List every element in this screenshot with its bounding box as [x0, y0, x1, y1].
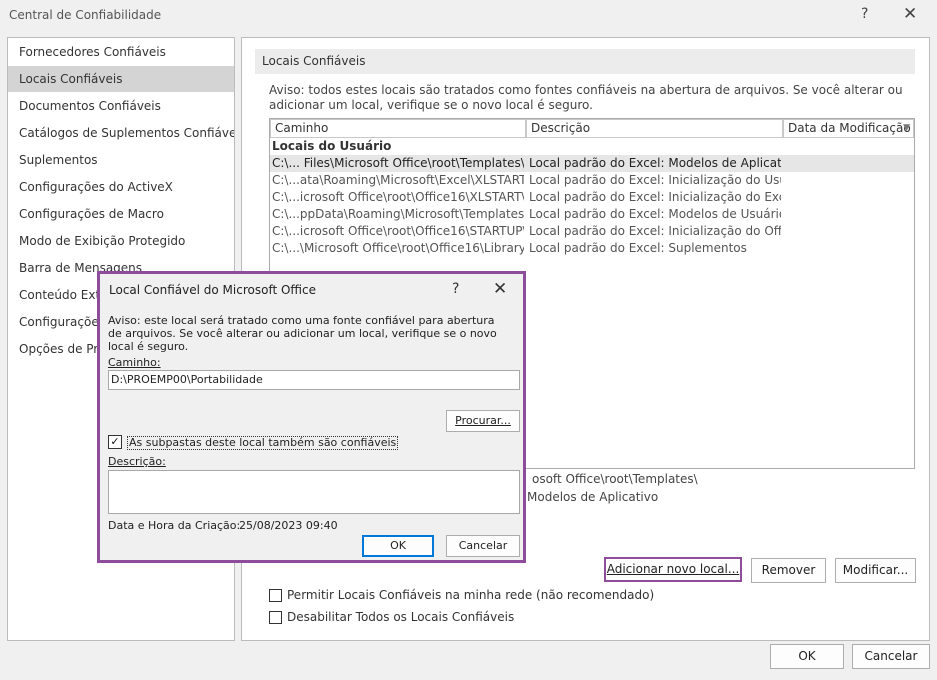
close-icon[interactable]: ✕	[903, 4, 917, 24]
table-row[interactable]: C:\...ppData\Roaming\Microsoft\Templates…	[270, 206, 914, 223]
table-row[interactable]: C:\...icrosoft Office\root\Office16\STAR…	[270, 223, 914, 240]
subfolders-label[interactable]: As subpastas deste local também são conf…	[127, 436, 399, 450]
sidebar-item-suplementos[interactable]: Suplementos	[8, 147, 234, 173]
column-header-path[interactable]: Caminho	[270, 119, 526, 138]
table-row[interactable]: C:\...icrosoft Office\root\Office16\XLST…	[270, 189, 914, 206]
sidebar-item-modo-protegido[interactable]: Modo de Exibição Protegido	[8, 228, 234, 254]
dialog-close-icon[interactable]: ✕	[493, 279, 507, 299]
created-value: 25/08/2023 09:40	[239, 519, 338, 532]
remove-button[interactable]: Remover	[751, 558, 826, 583]
cancel-button[interactable]: Cancelar	[852, 644, 930, 669]
description-input[interactable]	[108, 470, 520, 514]
dialog-help-icon[interactable]: ?	[452, 281, 459, 297]
group-label: Locais do Usuário	[272, 139, 392, 153]
dialog-cancel-button[interactable]: Cancelar	[446, 535, 520, 557]
sidebar-item-activex[interactable]: Configurações do ActiveX	[8, 174, 234, 200]
warning-text: Aviso: todos estes locais são tratados c…	[269, 83, 903, 112]
table-row[interactable]: C:\... Files\Microsoft Office\root\Templ…	[270, 155, 914, 172]
dialog-ok-button[interactable]: OK	[362, 535, 434, 557]
dialog-warning-text: Aviso: este local será tratado como uma …	[108, 314, 497, 353]
dialog-title: Local Confiável do Microsoft Office	[109, 283, 317, 297]
subfolders-checkbox[interactable]: ✓	[108, 435, 122, 449]
add-location-button[interactable]: Adicionar novo local...	[604, 557, 742, 582]
allow-network-checkbox[interactable]	[269, 589, 282, 602]
created-label: Data e Hora da Criação:	[108, 519, 241, 532]
sidebar-item-catalogos[interactable]: Catálogos de Suplementos Confiáveis	[8, 120, 234, 146]
trusted-location-dialog: Local Confiável do Microsoft Office ? ✕ …	[97, 271, 526, 563]
detail-description-value: Modelos de Aplicativo	[527, 490, 659, 504]
title-bar: Central de Confiabilidade ? ✕	[0, 0, 937, 30]
ok-button[interactable]: OK	[770, 644, 844, 669]
allow-network-label: Permitir Locais Confiáveis na minha rede…	[287, 588, 655, 602]
path-label: Caminho:	[108, 356, 161, 369]
table-row[interactable]: C:\...\Microsoft Office\root\Office16\Li…	[270, 240, 914, 257]
sidebar-item-locais[interactable]: Locais Confiáveis	[8, 66, 234, 92]
sort-chevron-icon: ▼	[903, 123, 910, 133]
modify-button[interactable]: Modificar...	[835, 558, 916, 583]
browse-button[interactable]: Procurar...	[446, 410, 520, 432]
section-title: Locais Confiáveis	[255, 49, 915, 74]
detail-path-value: osoft Office\root\Templates\	[532, 472, 698, 486]
help-icon[interactable]: ?	[861, 6, 868, 22]
column-header-date[interactable]: Data da Modificação ▼	[783, 119, 914, 138]
sidebar-item-documentos[interactable]: Documentos Confiáveis	[8, 93, 234, 119]
description-label: Descrição:	[108, 455, 166, 468]
sidebar-item-fornecedores[interactable]: Fornecedores Confiáveis	[8, 39, 234, 65]
table-row[interactable]: C:\...ata\Roaming\Microsoft\Excel\XLSTAR…	[270, 172, 914, 189]
path-input[interactable]: D:\PROEMP00\Portabilidade	[108, 370, 520, 390]
sidebar-item-macro[interactable]: Configurações de Macro	[8, 201, 234, 227]
disable-all-label: Desabilitar Todos os Locais Confiáveis	[287, 610, 515, 624]
disable-all-checkbox[interactable]	[269, 611, 282, 624]
window-title: Central de Confiabilidade	[9, 8, 162, 22]
column-header-description[interactable]: Descrição	[526, 119, 783, 138]
